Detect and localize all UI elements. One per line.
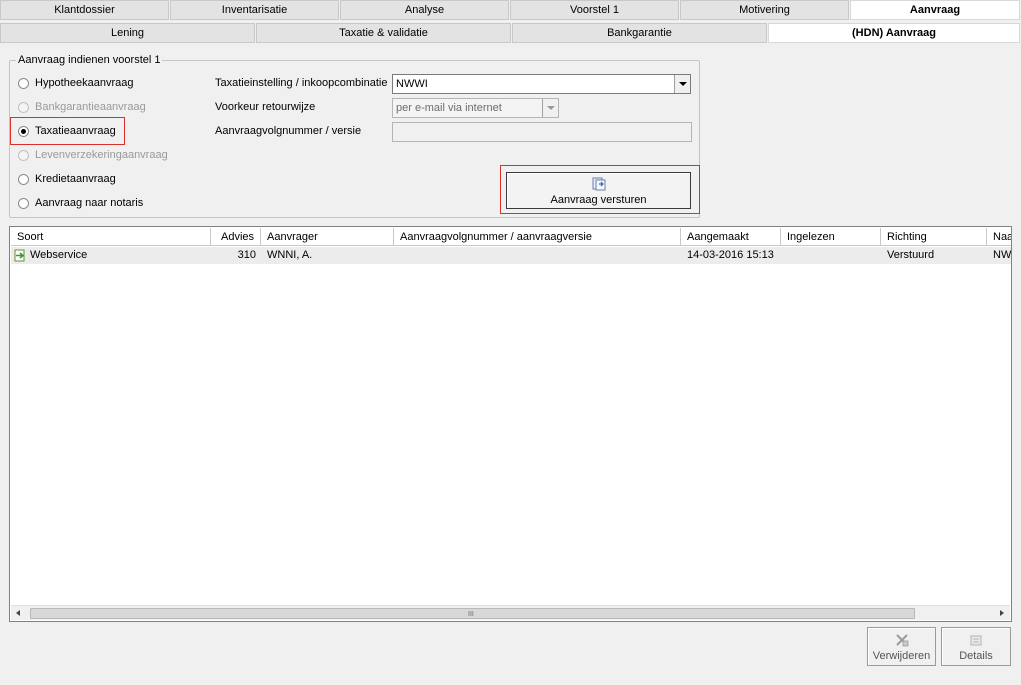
- retour-value: per e-mail via internet: [396, 102, 502, 114]
- cell-aanvrager: WNNI, A.: [267, 249, 313, 261]
- details-label: Details: [959, 650, 993, 662]
- column-header-aanvrager[interactable]: Aanvrager: [261, 228, 394, 246]
- tab-inventarisatie[interactable]: Inventarisatie: [170, 0, 339, 20]
- details-button[interactable]: Details: [941, 627, 1011, 666]
- radio-label: Bankgarantieaanvraag: [35, 101, 146, 113]
- cell-aangemaakt: 14-03-2016 15:13: [687, 249, 774, 261]
- radio-indicator[interactable]: [18, 197, 29, 209]
- cell-advies: 310: [237, 249, 256, 261]
- taxatie-select[interactable]: NWWI: [392, 74, 691, 94]
- radio-label: Hypotheekaanvraag: [35, 77, 134, 89]
- table-row[interactable]: Webservice 310 WNNI, A. 14-03-2016 15:13…: [11, 247, 1011, 264]
- column-header-advies[interactable]: Advies: [211, 228, 261, 246]
- radio-hypotheekaanvraag[interactable]: Hypotheekaanvraag: [18, 75, 133, 91]
- grip-icon: III: [468, 611, 474, 618]
- radio-label: Aanvraag naar notaris: [35, 197, 144, 209]
- tab-aanvraag[interactable]: Aanvraag: [850, 0, 1020, 20]
- radio-indicator[interactable]: [18, 101, 29, 113]
- send-button-label: Aanvraag versturen: [550, 194, 647, 206]
- radio-bankgarantieaanvraag[interactable]: Bankgarantieaanvraag: [18, 99, 146, 115]
- volgnummer-field[interactable]: [392, 122, 692, 142]
- tab-voorstel-1[interactable]: Voorstel 1: [510, 0, 679, 20]
- radio-aanvraag-notaris[interactable]: Aanvraag naar notaris: [18, 195, 143, 211]
- chevron-down-icon[interactable]: [674, 75, 690, 93]
- tab-lening[interactable]: Lening: [0, 23, 255, 43]
- volgnummer-label: Aanvraagvolgnummer / versie: [215, 125, 362, 137]
- cell-soort: Webservice: [30, 249, 88, 261]
- horizontal-scrollbar[interactable]: III: [11, 605, 1010, 620]
- taxatie-value: NWWI: [396, 78, 428, 90]
- cell-naar: NWI: [993, 249, 1011, 261]
- tab-hdn-aanvraag[interactable]: (HDN) Aanvraag: [768, 23, 1020, 43]
- aanvraag-versturen-button[interactable]: Aanvraag versturen: [506, 172, 691, 209]
- aanvragen-table: Soort Advies Aanvrager Aanvraagvolgnumme…: [9, 226, 1012, 622]
- scroll-right-icon[interactable]: [994, 606, 1010, 621]
- radio-kredietaanvraag[interactable]: Kredietaanvraag: [18, 171, 116, 187]
- verwijderen-button[interactable]: Verwijderen: [867, 627, 936, 666]
- radio-indicator[interactable]: [18, 125, 29, 137]
- scroll-left-icon[interactable]: [11, 606, 27, 621]
- delete-icon: [895, 634, 908, 647]
- verwijderen-label: Verwijderen: [872, 650, 931, 662]
- radio-taxatieaanvraag[interactable]: Taxatieaanvraag: [18, 123, 116, 139]
- radio-indicator[interactable]: [18, 77, 29, 89]
- radio-label: Taxatieaanvraag: [35, 125, 116, 137]
- radio-label: Kredietaanvraag: [35, 173, 116, 185]
- column-header-ingelezen[interactable]: Ingelezen: [781, 228, 881, 246]
- retour-select[interactable]: per e-mail via internet: [392, 98, 559, 118]
- main-tab-bar: Klantdossier Inventarisatie Analyse Voor…: [0, 0, 1021, 20]
- column-header-volgnummer[interactable]: Aanvraagvolgnummer / aanvraagversie: [394, 228, 681, 246]
- tab-taxatie-validatie[interactable]: Taxatie & validatie: [256, 23, 511, 43]
- cell-richting: Verstuurd: [887, 249, 935, 261]
- column-header-naar[interactable]: Naa: [987, 228, 1011, 246]
- details-icon: [970, 635, 982, 646]
- scroll-thumb[interactable]: III: [30, 608, 915, 619]
- column-header-aangemaakt[interactable]: Aangemaakt: [681, 228, 781, 246]
- radio-indicator[interactable]: [18, 149, 29, 161]
- retour-label: Voorkeur retourwijze: [215, 101, 316, 113]
- radio-label: Levenverzekeringaanvraag: [35, 149, 168, 161]
- webservice-icon: [14, 249, 25, 262]
- tab-bankgarantie[interactable]: Bankgarantie: [512, 23, 767, 43]
- radio-indicator[interactable]: [18, 173, 29, 185]
- column-header-soort[interactable]: Soort: [11, 228, 211, 246]
- groupbox-legend: Aanvraag indienen voorstel 1: [16, 54, 163, 66]
- tab-klantdossier[interactable]: Klantdossier: [0, 0, 169, 20]
- sub-tab-bar: Lening Taxatie & validatie Bankgarantie …: [0, 23, 1021, 43]
- radio-levenverzekeringaanvraag[interactable]: Levenverzekeringaanvraag: [18, 147, 168, 163]
- send-document-icon: [592, 177, 606, 191]
- tab-analyse[interactable]: Analyse: [340, 0, 509, 20]
- chevron-down-icon[interactable]: [542, 99, 558, 117]
- column-header-richting[interactable]: Richting: [881, 228, 987, 246]
- tab-motivering[interactable]: Motivering: [680, 0, 849, 20]
- taxatie-label: Taxatieinstelling / inkoopcombinatie: [215, 77, 388, 89]
